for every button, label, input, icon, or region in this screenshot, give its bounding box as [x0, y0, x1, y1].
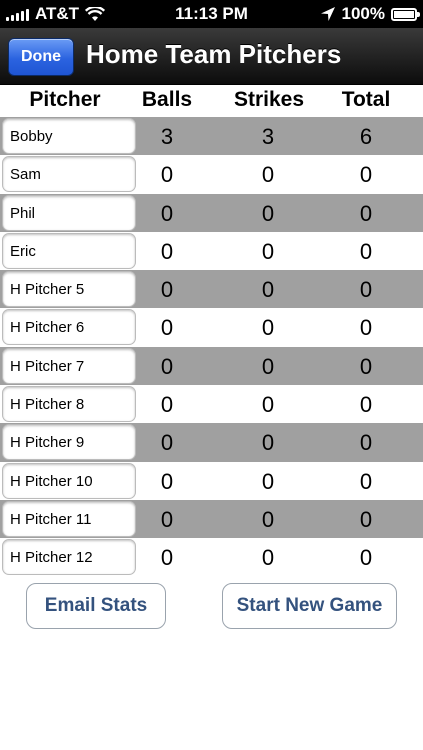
pitcher-name-field[interactable]: Bobby — [2, 118, 136, 154]
table-row: Phil 0 0 0 — [0, 193, 423, 232]
balls-value: 0 — [160, 545, 174, 571]
balls-value: 0 — [160, 238, 174, 264]
pitcher-name-field[interactable]: Phil — [2, 194, 136, 231]
total-value: 0 — [359, 200, 373, 226]
total-value: 0 — [359, 238, 373, 264]
header-balls: Balls — [141, 88, 193, 111]
table-row: Sam 0 0 0 — [0, 155, 423, 193]
table-row: Eric 0 0 0 — [0, 232, 423, 270]
header-strikes: Strikes — [233, 88, 305, 111]
strikes-value: 0 — [261, 238, 275, 264]
total-value: 0 — [359, 162, 373, 188]
table-row: H Pitcher 9 0 0 0 — [0, 423, 423, 462]
done-button[interactable]: Done — [8, 38, 74, 76]
strikes-value: 0 — [261, 277, 275, 303]
balls-value: 0 — [160, 506, 174, 532]
pitcher-name-field[interactable]: H Pitcher 11 — [2, 500, 136, 537]
balls-value: 0 — [160, 277, 174, 303]
balls-value: 0 — [160, 353, 174, 379]
status-bar: AT&T 11:13 PM 100% — [0, 0, 423, 28]
total-value: 0 — [359, 506, 373, 532]
pitcher-name-field[interactable]: H Pitcher 9 — [2, 424, 136, 461]
table-row: H Pitcher 6 0 0 0 — [0, 308, 423, 346]
status-right: 100% — [320, 4, 420, 24]
balls-value: 0 — [160, 468, 174, 494]
table-row: H Pitcher 8 0 0 0 — [0, 385, 423, 423]
table-row: H Pitcher 11 0 0 0 — [0, 499, 423, 539]
total-value: 0 — [359, 468, 373, 494]
header-total: Total — [341, 88, 391, 111]
table-row: H Pitcher 10 0 0 0 — [0, 462, 423, 500]
total-value: 0 — [359, 353, 373, 379]
balls-value: 0 — [160, 430, 174, 456]
pitcher-name-field[interactable]: H Pitcher 12 — [2, 539, 136, 576]
total-value: 0 — [359, 315, 373, 341]
nav-bar: Done Home Team Pitchers — [0, 28, 423, 85]
balls-value: 0 — [160, 162, 174, 188]
strikes-value: 3 — [261, 124, 275, 149]
strikes-value: 0 — [261, 430, 275, 456]
balls-value: 3 — [160, 124, 174, 149]
strikes-value: 0 — [261, 392, 275, 418]
strikes-value: 0 — [261, 200, 275, 226]
pitcher-table: Bobby 3 3 6 Sam 0 0 0 Phil 0 0 0 Eric 0 … — [0, 117, 423, 577]
table-row: Bobby 3 3 6 — [0, 117, 423, 156]
pitcher-name-field[interactable]: Sam — [2, 156, 136, 193]
pitcher-name-field[interactable]: H Pitcher 10 — [2, 462, 136, 499]
total-value: 0 — [359, 545, 373, 571]
strikes-value: 0 — [261, 545, 275, 571]
battery-icon — [391, 7, 420, 21]
battery-percent: 100% — [341, 4, 385, 23]
total-value: 6 — [359, 124, 373, 149]
balls-value: 0 — [160, 392, 174, 418]
pitcher-name-field[interactable]: Eric — [2, 232, 136, 269]
strikes-value: 0 — [261, 506, 275, 532]
total-value: 0 — [359, 277, 373, 303]
balls-value: 0 — [160, 200, 174, 226]
pitcher-name-field[interactable]: H Pitcher 7 — [2, 347, 136, 384]
pitcher-name-field[interactable]: H Pitcher 6 — [2, 309, 136, 346]
table-row: H Pitcher 12 0 0 0 — [0, 538, 423, 576]
total-value: 0 — [359, 430, 373, 456]
total-value: 0 — [359, 392, 373, 418]
pitcher-name-field[interactable]: H Pitcher 5 — [2, 271, 136, 308]
balls-value: 0 — [160, 315, 174, 341]
strikes-value: 0 — [261, 162, 275, 188]
strikes-value: 0 — [261, 468, 275, 494]
pitcher-name-field[interactable]: H Pitcher 8 — [2, 386, 136, 423]
header-pitcher: Pitcher — [29, 88, 101, 111]
strikes-value: 0 — [261, 315, 275, 341]
table-row: H Pitcher 7 0 0 0 — [0, 346, 423, 386]
strikes-value: 0 — [261, 353, 275, 379]
email-stats-button[interactable]: Email Stats — [26, 583, 166, 629]
page-title: Home Team Pitchers — [86, 39, 342, 69]
location-arrow-icon — [320, 7, 335, 21]
start-new-game-button[interactable]: Start New Game — [222, 583, 397, 629]
table-row: H Pitcher 5 0 0 0 — [0, 270, 423, 309]
